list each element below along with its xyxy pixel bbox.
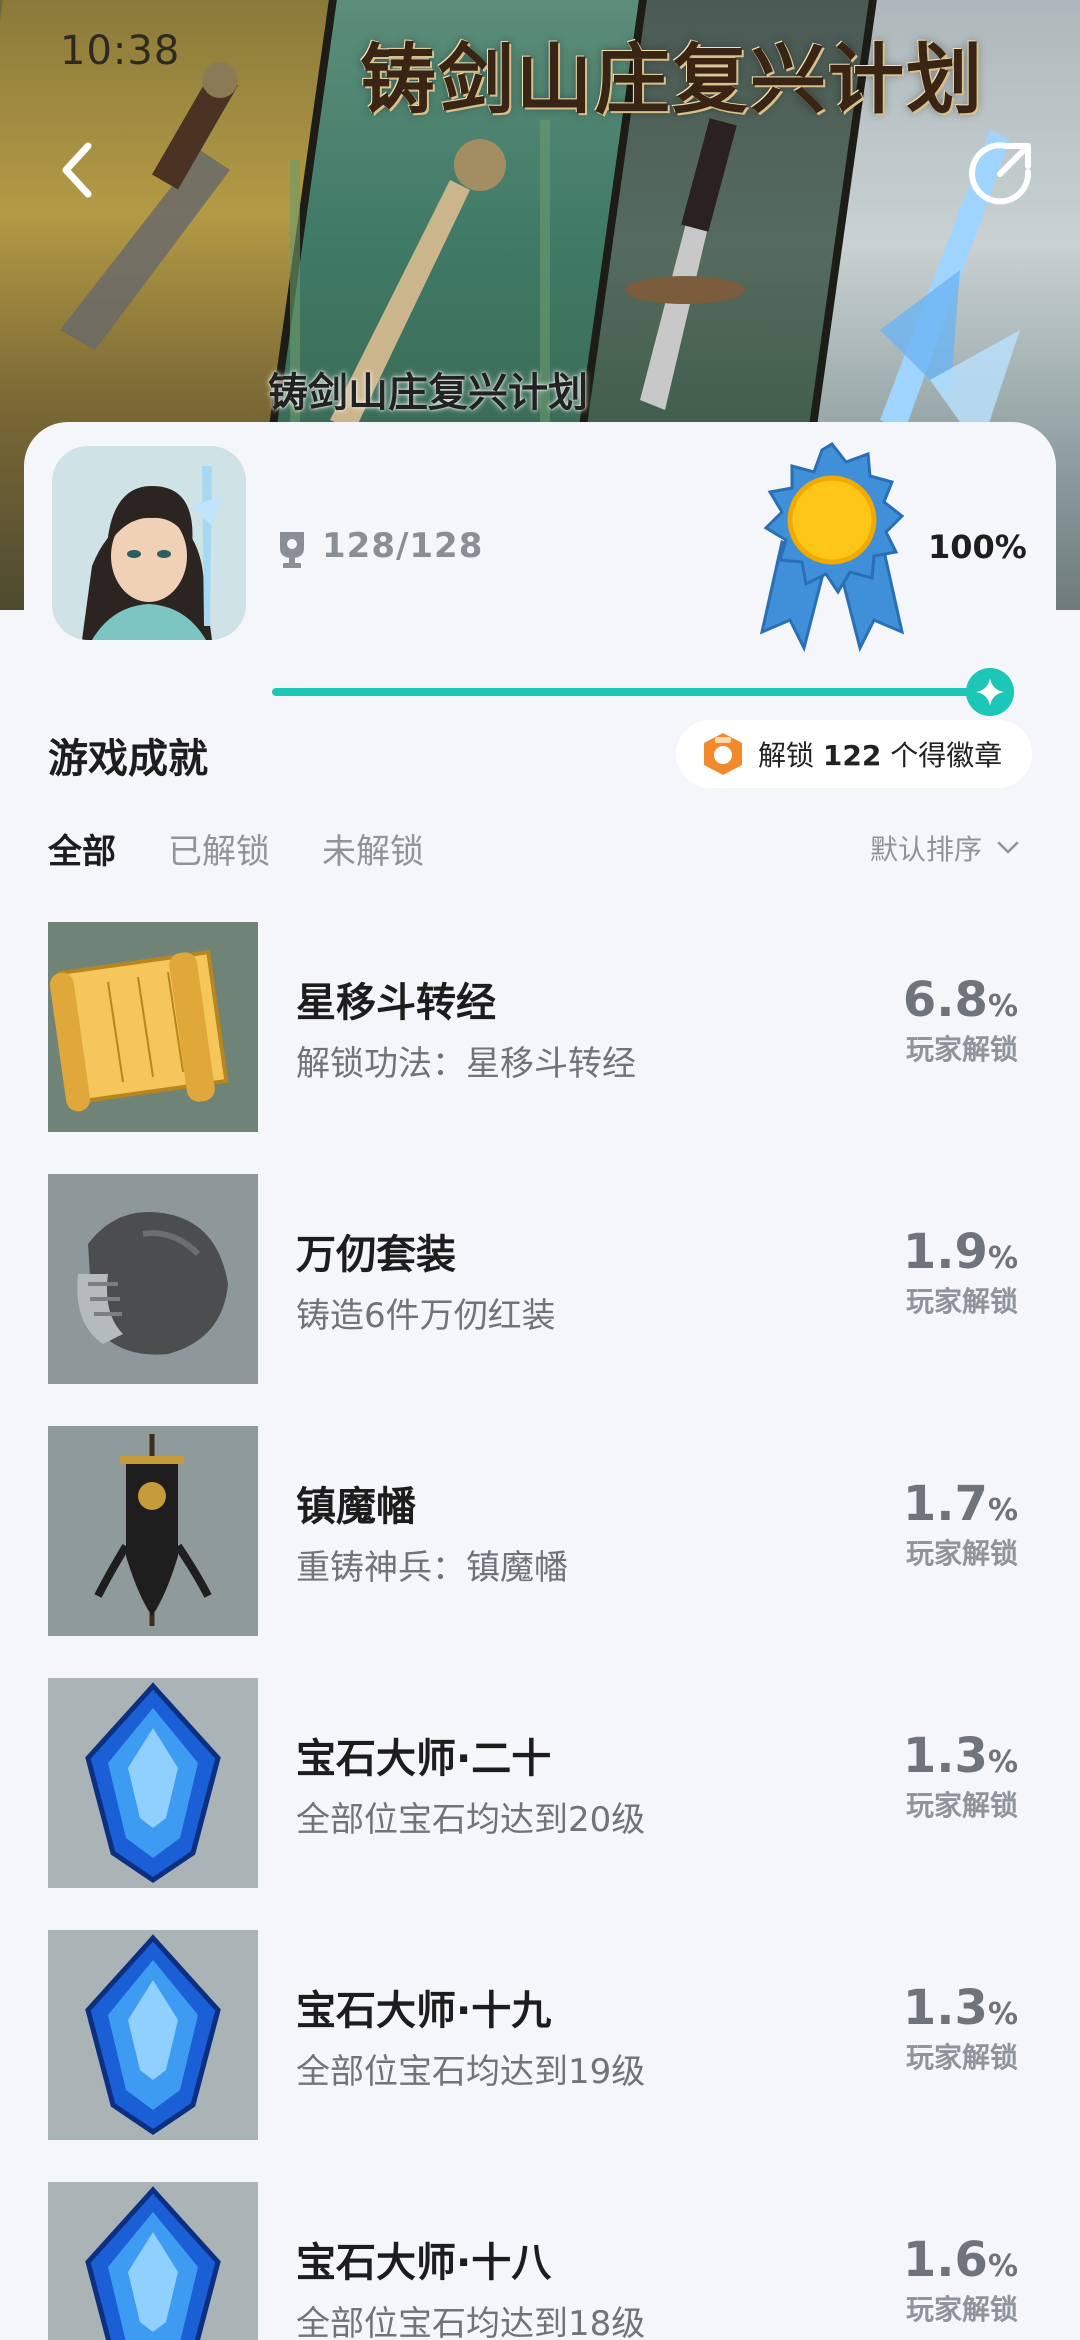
achievement-list: 星移斗转经 解锁功法：星移斗转经 6.8% 玩家解锁 万仞套装 铸造6件万仞红装… xyxy=(0,922,1080,2340)
tab-all[interactable]: 全部 xyxy=(48,824,116,873)
unlock-rate-value: 1.3 xyxy=(902,1980,988,2036)
scroll-icon xyxy=(48,922,258,1132)
achievement-thumbnail xyxy=(48,1930,258,2140)
banner-title: 铸剑山庄复兴计划 xyxy=(360,35,984,124)
unlock-rate-unit: % xyxy=(987,1493,1018,1528)
achievement-description: 铸造6件万仞红装 xyxy=(296,1296,556,1336)
achievement-item[interactable]: 星移斗转经 解锁功法：星移斗转经 6.8% 玩家解锁 xyxy=(0,922,1080,1174)
achievement-title: 宝石大师·二十 xyxy=(296,1736,552,1782)
unlock-rate-label: 玩家解锁 xyxy=(905,2293,1018,2326)
banner-subtitle: 铸剑山庄复兴计划 xyxy=(268,370,588,416)
status-bar-time: 10:38 xyxy=(60,28,181,74)
trophy-count: 128/128 xyxy=(322,526,484,566)
achievement-thumbnail xyxy=(48,1678,258,1888)
game-avatar[interactable] xyxy=(52,446,246,640)
sort-dropdown[interactable]: 默认排序 xyxy=(870,828,1020,868)
achievement-item[interactable]: 宝石大师·二十 全部位宝石均达到20级 1.3% 玩家解锁 xyxy=(0,1678,1080,1930)
chevron-down-icon xyxy=(997,841,1019,854)
unlock-rate-unit: % xyxy=(987,989,1018,1024)
unlock-rate-value: 1.3 xyxy=(902,1728,988,1784)
achievement-title: 万仞套装 xyxy=(296,1232,456,1278)
unlock-rate-label: 玩家解锁 xyxy=(905,2041,1018,2074)
sort-label: 默认排序 xyxy=(870,833,983,866)
gem-icon xyxy=(48,1930,258,2140)
achievement-description: 全部位宝石均达到19级 xyxy=(296,2052,646,2092)
trophy-icon xyxy=(280,532,304,568)
tab-unlocked[interactable]: 已解锁 xyxy=(168,824,270,873)
progress-star-icon xyxy=(966,668,1014,716)
achievement-description: 全部位宝石均达到18级 xyxy=(296,2304,646,2340)
unlock-rate-label: 玩家解锁 xyxy=(905,1285,1018,1318)
unlock-rate: 6.8% 玩家解锁 xyxy=(818,972,1018,1068)
back-arrow-icon[interactable] xyxy=(50,130,110,210)
unlock-rate: 1.6% 玩家解锁 xyxy=(818,2232,1018,2328)
unlock-rate: 1.3% 玩家解锁 xyxy=(818,1980,1018,2076)
achievement-title: 星移斗转经 xyxy=(296,980,496,1026)
achievement-item[interactable]: 万仞套装 铸造6件万仞红装 1.9% 玩家解锁 xyxy=(0,1174,1080,1426)
achievement-thumbnail xyxy=(48,1174,258,1384)
achievement-description: 重铸神兵：镇魔幡 xyxy=(296,1548,568,1588)
unlock-rate-unit: % xyxy=(987,1997,1018,2032)
achievement-title: 宝石大师·十九 xyxy=(296,1988,552,2034)
gem-icon xyxy=(48,2182,258,2340)
progress-fill xyxy=(272,688,992,696)
unlock-rate-value: 1.6 xyxy=(902,2232,988,2288)
achievement-progress-bar xyxy=(272,688,992,696)
banner-flag-icon xyxy=(48,1426,258,1636)
completion-percent: 100% xyxy=(928,528,1027,566)
unlock-rate: 1.7% 玩家解锁 xyxy=(818,1476,1018,1572)
unlock-rate-value: 1.7 xyxy=(902,1476,988,1532)
share-icon[interactable] xyxy=(966,138,1036,208)
badge-hexagon-icon xyxy=(704,733,742,775)
game-summary-card: 128/128 100% xyxy=(24,422,1056,656)
gold-medal-icon xyxy=(759,442,905,653)
gem-icon xyxy=(48,1678,258,1888)
achievement-thumbnail xyxy=(48,2182,258,2340)
unlock-rate-value: 6.8 xyxy=(902,972,988,1028)
filter-tabs: 全部 已解锁 未解锁 xyxy=(48,824,476,873)
badge-prefix: 解锁 xyxy=(758,739,815,772)
unlock-rate-value: 1.9 xyxy=(902,1224,988,1280)
unlock-rate-unit: % xyxy=(987,2249,1018,2284)
badge-suffix: 个得徽章 xyxy=(890,739,1003,772)
achievement-description: 全部位宝石均达到20级 xyxy=(296,1800,646,1840)
tab-locked[interactable]: 未解锁 xyxy=(322,824,424,873)
badge-count: 122 xyxy=(822,739,882,772)
unlock-rate-unit: % xyxy=(987,1241,1018,1276)
unlock-rate-label: 玩家解锁 xyxy=(905,1537,1018,1570)
achievement-thumbnail xyxy=(48,922,258,1132)
unlock-rate-unit: % xyxy=(987,1745,1018,1780)
unlock-rate: 1.9% 玩家解锁 xyxy=(818,1224,1018,1320)
armor-icon xyxy=(48,1174,258,1384)
unlock-rate: 1.3% 玩家解锁 xyxy=(818,1728,1018,1824)
achievement-thumbnail xyxy=(48,1426,258,1636)
achievement-item[interactable]: 宝石大师·十八 全部位宝石均达到18级 1.6% 玩家解锁 xyxy=(0,2182,1080,2340)
achievement-item[interactable]: 宝石大师·十九 全部位宝石均达到19级 1.3% 玩家解锁 xyxy=(0,1930,1080,2182)
dark-blade-icon xyxy=(625,118,745,410)
achievement-title: 宝石大师·十八 xyxy=(296,2240,552,2286)
badge-summary-pill[interactable]: 解锁 122 个得徽章 xyxy=(676,720,1032,788)
unlock-rate-label: 玩家解锁 xyxy=(905,1033,1018,1066)
section-title: 游戏成就 xyxy=(48,736,208,782)
achievement-description: 解锁功法：星移斗转经 xyxy=(296,1044,636,1084)
unlock-rate-label: 玩家解锁 xyxy=(905,1789,1018,1822)
achievement-item[interactable]: 镇魔幡 重铸神兵：镇魔幡 1.7% 玩家解锁 xyxy=(0,1426,1080,1678)
swordsman-portrait-icon xyxy=(52,446,246,640)
achievement-title: 镇魔幡 xyxy=(296,1484,416,1530)
